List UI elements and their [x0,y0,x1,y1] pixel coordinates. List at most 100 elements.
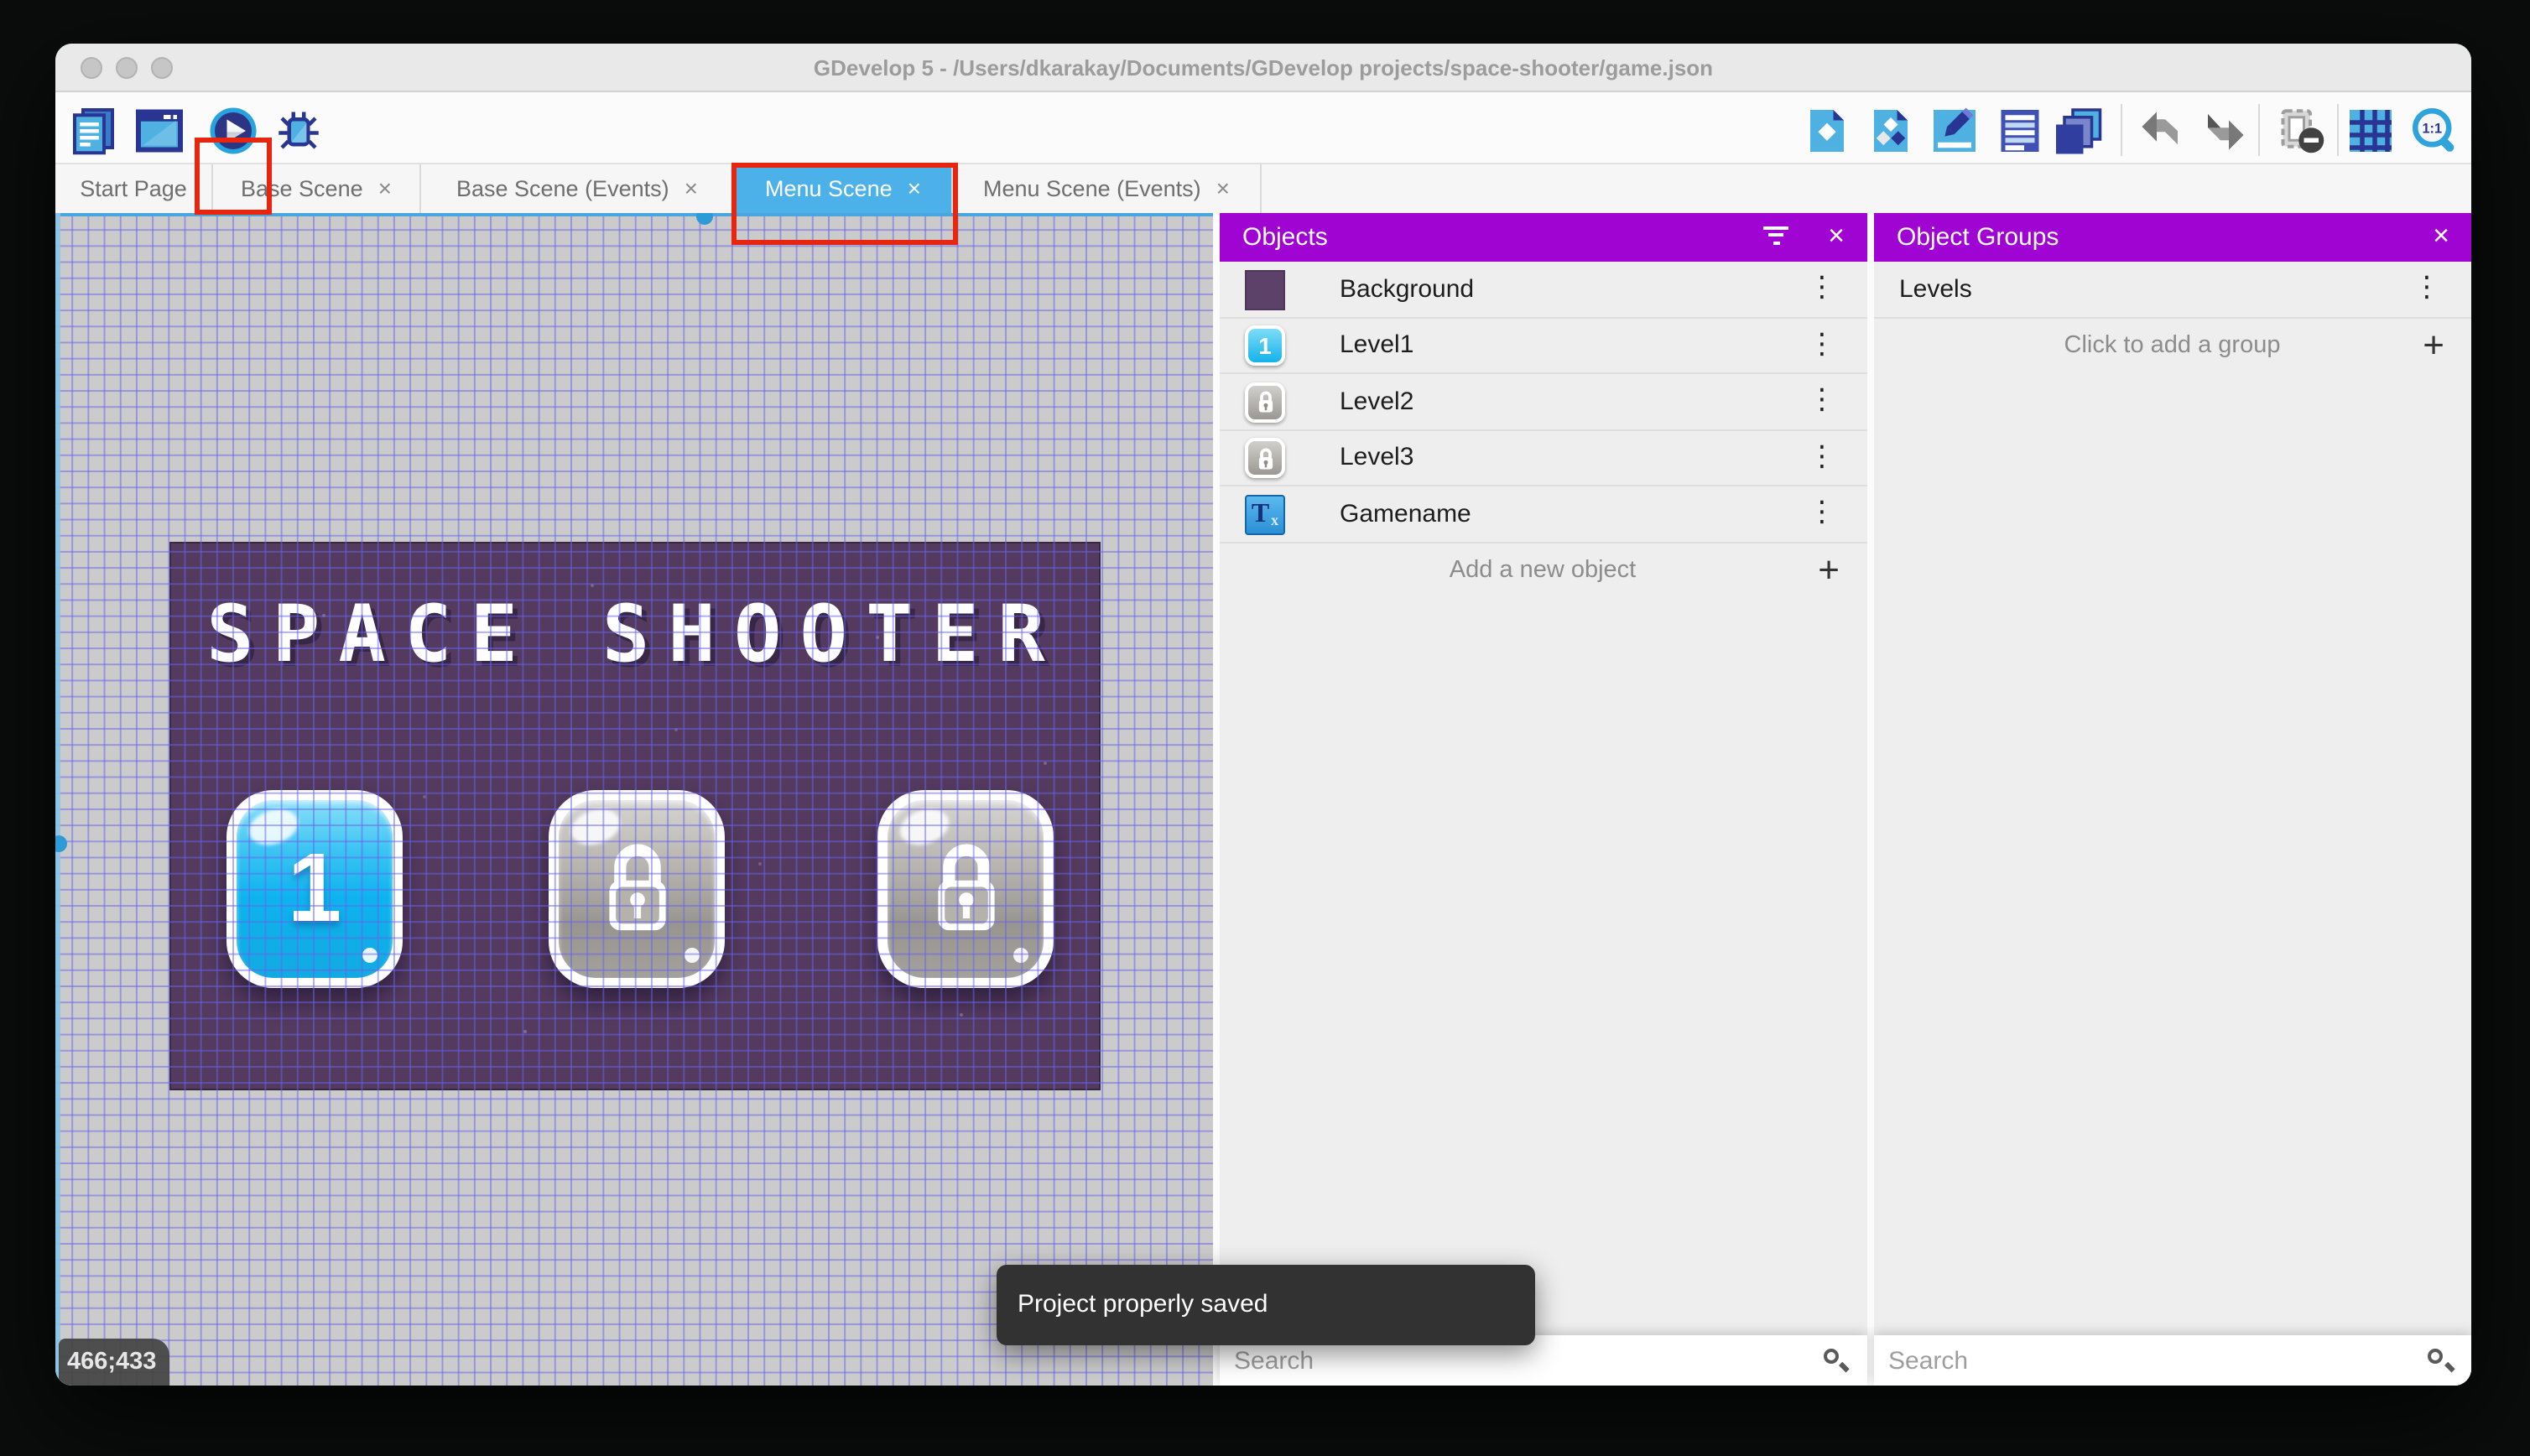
horizontal-scroll-line[interactable] [55,212,1212,224]
object-name: Background [1340,274,1475,304]
lock-icon [608,843,665,930]
object-menu-icon[interactable]: ⋮ [1808,499,1836,528]
filter-icon[interactable] [1762,226,1789,249]
tab-menu-scene-events[interactable]: Menu Scene (Events) × [953,164,1262,212]
object-groups-panel: Object Groups × Levels ⋮ Click to add a … [1873,212,2471,1386]
object-row-gamename[interactable]: Tx Gamename ⋮ [1219,486,1866,543]
button-gloss-dot [685,947,700,962]
editor-tabs: Start Page Base Scene × Base Scene (Even… [55,164,2471,212]
save-toast: Project properly saved [996,1265,1535,1344]
tab-label: Menu Scene [765,175,893,201]
debugger-icon[interactable] [273,106,323,156]
button-gloss-dot [1013,947,1028,962]
object-row-level1[interactable]: 1 Level1 ⋮ [1219,318,1866,374]
objects-panel-header: Objects × [1219,212,1866,262]
search-icon[interactable] [2428,1349,2455,1372]
add-group-plus-icon[interactable]: + [2423,325,2444,368]
object-menu-icon[interactable]: ⋮ [1808,387,1836,416]
add-object-row[interactable]: Add a new object + [1219,543,1866,599]
object-menu-icon[interactable]: ⋮ [1808,330,1836,360]
layers-editor-icon[interactable] [2048,106,2106,156]
gdevelop-window: GDevelop 5 - /Users/dkarakay/Documents/G… [55,44,2471,1386]
groups-panel-header: Object Groups × [1873,212,2471,262]
lock-icon [937,843,994,930]
screenshot-stage: GDevelop 5 - /Users/dkarakay/Documents/G… [0,0,2530,1456]
horizontal-scroll-thumb[interactable] [696,212,713,224]
scene-background-object[interactable]: SPACE SHOOTER 1 [169,541,1101,1089]
object-row-background[interactable]: Background ⋮ [1219,262,1866,318]
toggle-window-mask-icon[interactable] [2275,106,2329,156]
groups-search-input[interactable] [1873,1335,2471,1386]
tab-label: Start Page [80,175,187,201]
svg-text:1:1: 1:1 [2423,122,2443,137]
add-object-plus-icon[interactable]: + [1818,549,1840,593]
redo-icon[interactable] [2198,106,2251,156]
grid-icon[interactable] [2345,106,2396,156]
vertical-scroll-line[interactable] [55,212,67,1386]
object-name: Level2 [1340,387,1414,416]
tab-base-scene[interactable]: Base Scene × [213,164,421,212]
objects-panel: Objects × Background ⋮ 1 Level1 ⋮ Level2… [1219,212,1866,1386]
button-gloss-dot [362,947,377,962]
group-menu-icon[interactable]: ⋮ [2413,274,2441,304]
add-group-row[interactable]: Click to add a group + [1873,318,2471,374]
objects-panel-title: Objects [1242,222,1328,252]
close-groups-panel-icon[interactable]: × [2433,212,2449,262]
objects-list: Background ⋮ 1 Level1 ⋮ Level2 ⋮ Level3 … [1219,262,1866,599]
level3-button-object[interactable] [877,789,1054,987]
close-tab-icon[interactable]: × [378,177,392,200]
groups-search-bar [1873,1335,2471,1386]
new-scene-window-icon[interactable] [134,106,185,156]
close-tab-icon[interactable]: × [908,177,921,200]
toolbar-separator [2337,104,2339,156]
toolbar: 1:1 [55,94,2471,215]
zoom-one-to-one-icon[interactable]: 1:1 [2408,106,2463,156]
object-menu-icon[interactable]: ⋮ [1808,274,1836,304]
scene-title-text[interactable]: SPACE SHOOTER [206,588,1064,680]
project-manager-icon[interactable] [70,106,120,156]
instances-list-icon[interactable] [1995,106,2045,156]
object-name: Level1 [1340,330,1414,360]
undo-icon[interactable] [2134,106,2188,156]
group-row-levels[interactable]: Levels ⋮ [1873,262,2471,318]
background-thumbnail-icon [1245,269,1285,309]
objects-editor-icon[interactable] [1802,106,1852,156]
properties-icon[interactable] [1929,106,1980,156]
cursor-coordinates-badge: 466;433 [59,1338,169,1386]
locked-thumbnail-icon [1245,382,1285,422]
object-groups-editor-icon[interactable] [1866,106,1916,156]
add-object-label: Add a new object [1449,557,1637,585]
level1-button-object[interactable]: 1 [226,789,403,987]
toast-message: Project properly saved [1018,1290,1268,1319]
locked-thumbnail-icon [1245,438,1285,478]
text-object-thumbnail-icon: Tx [1245,494,1285,534]
groups-list: Levels ⋮ Click to add a group + [1873,262,2471,374]
level1-thumbnail-icon: 1 [1245,325,1285,366]
add-group-label: Click to add a group [2064,332,2281,360]
object-menu-icon[interactable]: ⋮ [1808,443,1836,472]
object-row-level3[interactable]: Level3 ⋮ [1219,430,1866,486]
scene-editor-canvas[interactable]: SPACE SHOOTER 1 466;433 [55,212,1212,1386]
tab-base-scene-events[interactable]: Base Scene (Events) × [421,164,735,212]
groups-panel-title: Object Groups [1897,222,2059,252]
tab-label: Menu Scene (Events) [983,175,1201,201]
search-icon[interactable] [1823,1349,1850,1372]
tab-menu-scene[interactable]: Menu Scene × [735,164,953,212]
scene-stars [171,543,174,546]
toolbar-separator [2121,104,2122,156]
close-tab-icon[interactable]: × [685,177,698,200]
level2-button-object[interactable] [549,789,725,987]
title-bar: GDevelop 5 - /Users/dkarakay/Documents/G… [55,44,2471,92]
close-tab-icon[interactable]: × [1216,177,1230,200]
close-objects-panel-icon[interactable]: × [1828,212,1845,262]
toolbar-separator [2258,104,2260,156]
preview-play-button[interactable] [207,106,258,156]
tab-start-page[interactable]: Start Page [55,164,213,212]
tab-label: Base Scene (Events) [456,175,669,201]
tab-label: Base Scene [241,175,363,201]
main-area: SPACE SHOOTER 1 466;433 Objects × Backgr… [55,212,2471,1386]
object-row-level2[interactable]: Level2 ⋮ [1219,374,1866,430]
vertical-scroll-thumb[interactable] [55,835,67,851]
object-name: Level3 [1340,443,1414,472]
window-title: GDevelop 5 - /Users/dkarakay/Documents/G… [813,55,1714,81]
